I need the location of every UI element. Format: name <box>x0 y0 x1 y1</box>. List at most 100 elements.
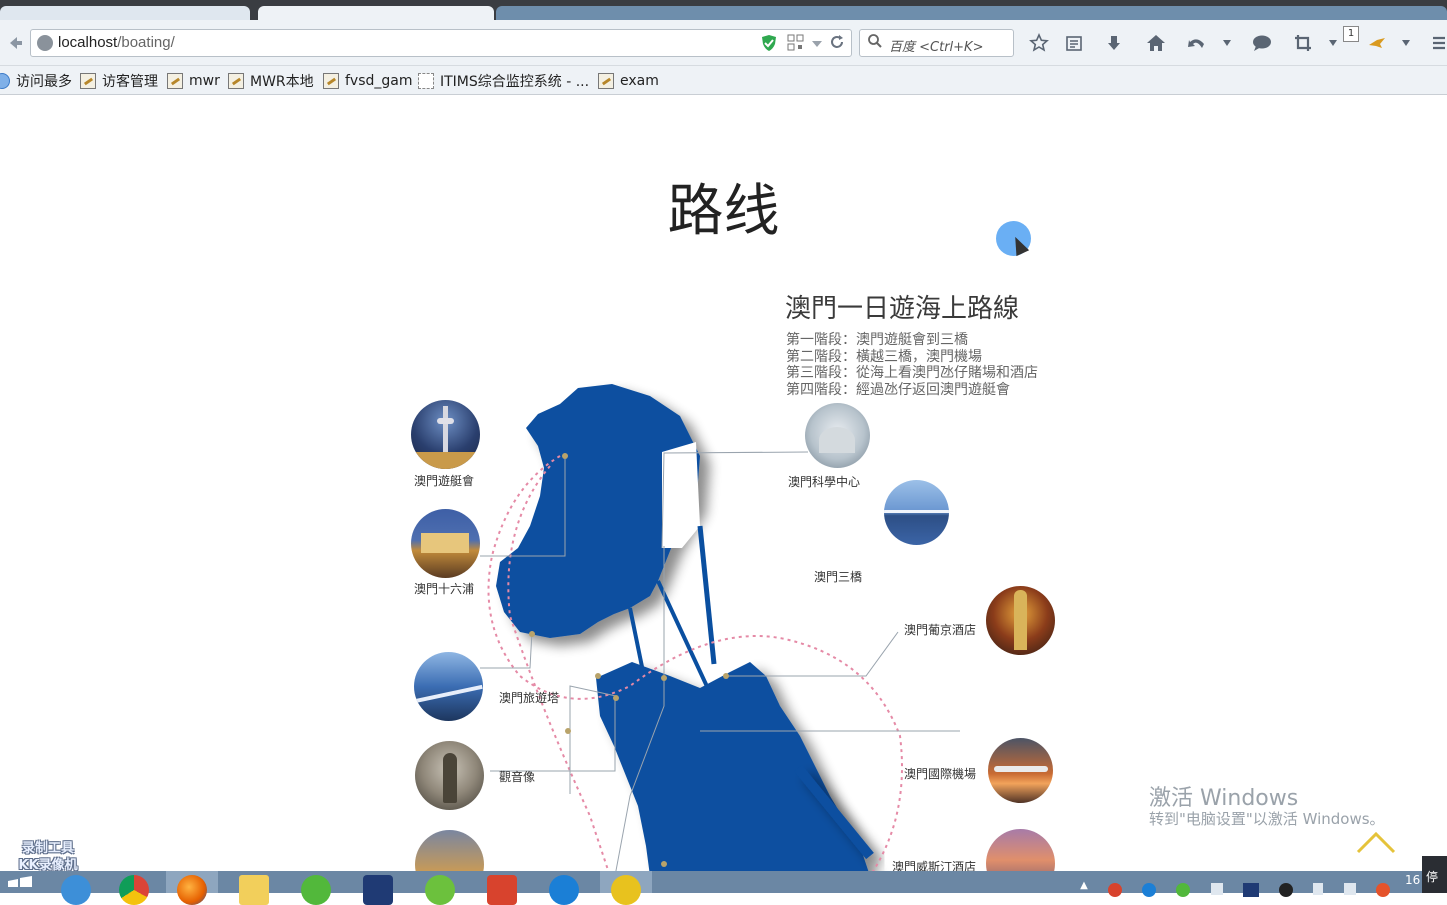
taskbar-app-green[interactable] <box>414 871 466 905</box>
home-icon <box>1147 35 1165 51</box>
label-lisboa-hotel: 澳門葡京酒店 <box>904 623 977 637</box>
back-arrow-icon <box>10 37 22 49</box>
tray-wechat-icon[interactable] <box>1176 883 1191 897</box>
speech-bubble-icon <box>1253 35 1271 51</box>
taskbar-firefox[interactable] <box>166 871 218 905</box>
tray-blue-icon[interactable] <box>1142 883 1157 897</box>
taskbar-kk-recorder[interactable] <box>538 871 590 905</box>
browser-tab-left[interactable] <box>0 6 250 20</box>
bookmark-label: ITIMS综合监控系统 - ... <box>440 74 590 90</box>
url-text[interactable]: localhost/boating/ <box>58 34 175 51</box>
recorder-stop-button[interactable]: 停 <box>1422 856 1447 893</box>
search-icon <box>867 33 883 53</box>
shield-icon[interactable] <box>761 34 777 56</box>
taskbar-explorer[interactable] <box>228 871 280 905</box>
bookmark-label: mwr <box>189 73 220 89</box>
route-title: 澳門一日遊海上路線 <box>785 294 1020 324</box>
broken-image-icon <box>323 73 339 89</box>
bookmark-label: 访问最多 <box>16 74 72 90</box>
notification-button[interactable]: 1 <box>1341 24 1361 44</box>
undo-button[interactable] <box>1184 30 1210 56</box>
extension-dropdown-button[interactable] <box>1393 30 1419 56</box>
extension-bird-icon <box>1369 38 1385 48</box>
taskbar-chrome[interactable] <box>108 871 160 905</box>
label-science-center: 澳門科學中心 <box>788 475 861 489</box>
label-kun-iam-statue: 觀音像 <box>499 770 536 784</box>
kk-recorder-icon <box>549 875 579 905</box>
tray-monitor-icon[interactable] <box>1242 883 1259 897</box>
tray-sogou-icon[interactable] <box>1375 883 1390 897</box>
folder-icon <box>239 875 269 905</box>
bookmark-mwr[interactable]: mwr <box>167 71 220 91</box>
tray-network-icon[interactable] <box>1210 883 1223 895</box>
watermark-line-2: KK录像机 <box>18 858 78 871</box>
bookmark-most-visited[interactable]: 访问最多 <box>0 71 72 91</box>
macau-map <box>480 384 960 871</box>
chevron-down-icon <box>1329 40 1337 46</box>
bookmark-mwr-local[interactable]: MWR本地 <box>228 71 314 91</box>
photo-macau-tower <box>414 652 483 721</box>
bookmark-itims[interactable]: ITIMS综合监控系统 - ... <box>418 71 589 91</box>
photo-ponte-16 <box>411 509 480 578</box>
hamburger-menu-icon <box>1432 36 1445 50</box>
bookmark-label: fvsd_gam <box>345 73 413 89</box>
broken-image-icon <box>167 73 183 89</box>
tray-volume-icon[interactable] <box>1313 883 1324 895</box>
browser-tab-active[interactable] <box>258 6 494 20</box>
clipboard-icon <box>1066 36 1082 51</box>
undo-arrow-icon <box>1188 39 1204 48</box>
menu-button[interactable] <box>1430 30 1447 56</box>
ie-icon <box>61 875 91 905</box>
firefox-icon <box>177 875 207 905</box>
tray-pin-icon[interactable] <box>1343 883 1356 895</box>
undo-dropdown-button[interactable] <box>1214 30 1240 56</box>
tray-red-icon[interactable] <box>1108 883 1123 897</box>
windows-logo-icon <box>8 876 32 887</box>
yellow-app-icon <box>611 875 641 905</box>
url-bar[interactable]: localhost/boating/ <box>30 29 852 57</box>
reading-list-button[interactable] <box>1061 30 1087 56</box>
photo-science-center <box>805 403 870 468</box>
search-bar[interactable]: 百度 <Ctrl+K> <box>859 29 1014 57</box>
browser-tab-right[interactable] <box>496 6 1447 20</box>
broken-image-icon <box>228 73 244 89</box>
taskbar-app-red[interactable] <box>476 871 528 905</box>
bookmark-exam[interactable]: exam <box>598 71 659 91</box>
photo-westin-hotel <box>986 829 1055 871</box>
globe-icon <box>0 73 10 89</box>
taskbar-wechat[interactable] <box>290 871 342 905</box>
bookmark-label: MWR本地 <box>250 74 314 90</box>
screenshot-crop-button[interactable] <box>1290 30 1316 56</box>
home-button[interactable] <box>1143 30 1169 56</box>
tray-qq-icon[interactable] <box>1279 883 1294 897</box>
taipa-cotai-shape <box>596 662 869 871</box>
photo-international-airport <box>988 738 1053 803</box>
download-arrow-icon <box>1108 36 1120 50</box>
recorder-watermark: 录制工具 KK录像机 <box>8 840 88 871</box>
taskbar-app-yellow[interactable] <box>600 871 652 905</box>
chat-button[interactable] <box>1249 30 1275 56</box>
scroll-to-top-button[interactable] <box>1356 830 1396 854</box>
site-identity-icon[interactable] <box>37 35 53 51</box>
taskbar-clock[interactable]: 16 <box>1405 873 1420 887</box>
bookmark-star-button[interactable] <box>1026 30 1052 56</box>
start-button[interactable] <box>0 871 40 893</box>
window-title-strip <box>0 0 1447 20</box>
qr-code-icon[interactable] <box>787 34 804 55</box>
chevron-down-icon <box>1223 40 1231 46</box>
back-button[interactable] <box>2 30 28 56</box>
downloads-button[interactable] <box>1101 30 1127 56</box>
dropdown-arrow-icon[interactable] <box>811 37 823 53</box>
route-stage-2: 第二階段：橫越三橋，澳門機場 <box>786 348 982 365</box>
tray-icons[interactable]: ▲ <box>1070 871 1400 897</box>
taskbar-app-pen[interactable] <box>352 871 404 905</box>
bookmark-visitor-management[interactable]: 访客管理 <box>80 71 158 91</box>
notification-badge: 1 <box>1343 26 1359 42</box>
taskbar-ie[interactable] <box>50 871 102 905</box>
bookmark-fvsd-gam[interactable]: fvsd_gam <box>323 71 413 91</box>
search-placeholder: 百度 <Ctrl+K> <box>889 40 984 55</box>
label-macau-tower: 澳門旅遊塔 <box>499 691 560 705</box>
reload-icon[interactable] <box>829 34 845 54</box>
extension-button[interactable] <box>1364 30 1390 56</box>
tray-arrow-icon[interactable]: ▲ <box>1080 880 1088 891</box>
